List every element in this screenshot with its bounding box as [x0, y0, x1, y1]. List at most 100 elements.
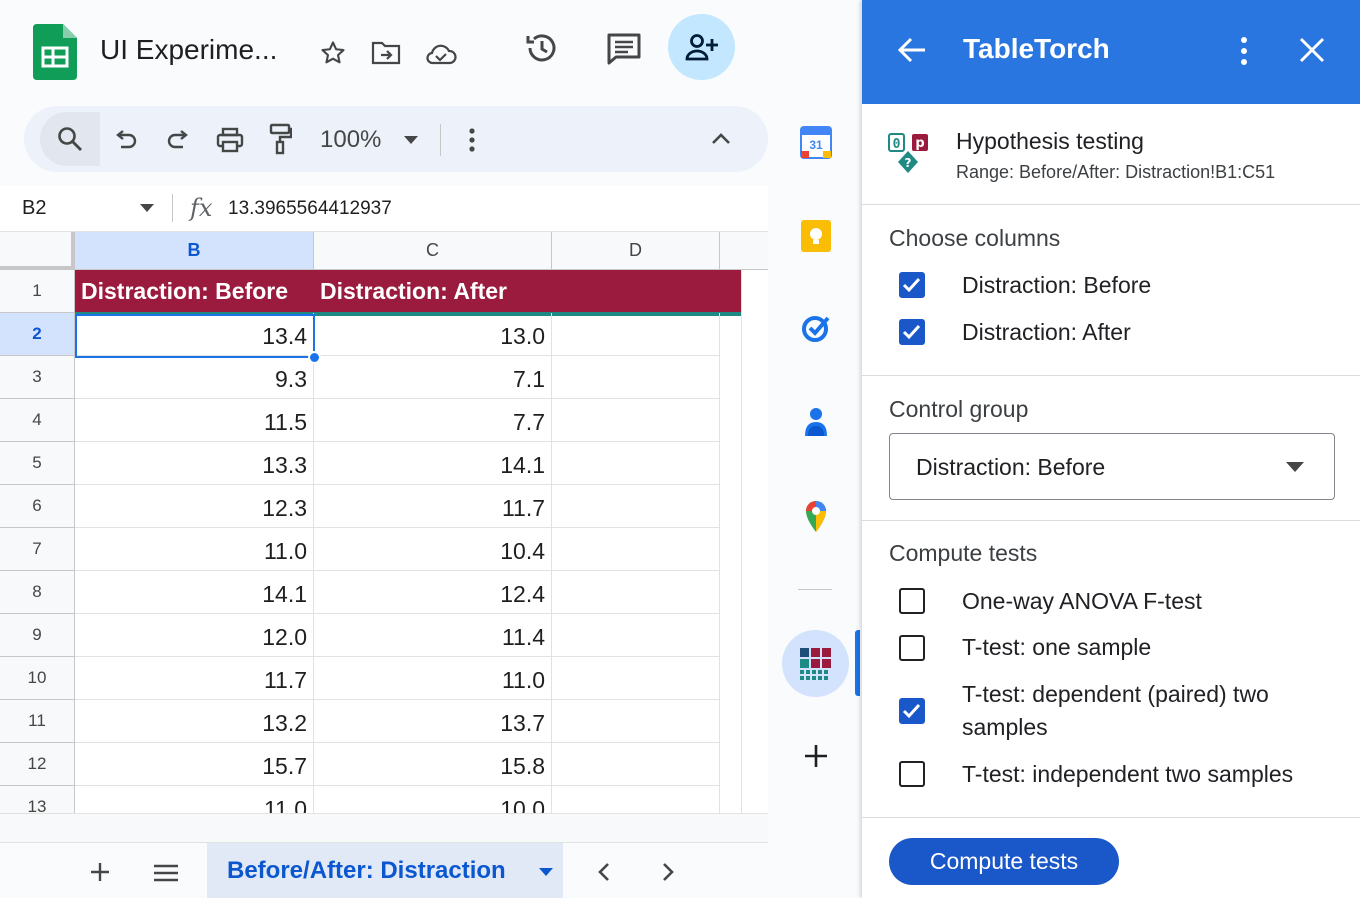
- test-checkbox-anova[interactable]: [899, 588, 925, 614]
- print-icon[interactable]: [214, 125, 246, 155]
- tasks-icon[interactable]: [800, 311, 832, 345]
- row-header[interactable]: 5: [0, 442, 75, 485]
- cell-c12[interactable]: 15.8: [314, 743, 552, 786]
- cell-b4[interactable]: 11.5: [75, 399, 314, 442]
- keep-icon[interactable]: [800, 219, 832, 253]
- cell-grid[interactable]: B C D 1 Distraction: Before Distraction:…: [0, 232, 768, 842]
- get-addons-icon[interactable]: [802, 742, 830, 770]
- header-cell-c1[interactable]: Distraction: After: [314, 270, 552, 313]
- row-header[interactable]: 10: [0, 657, 75, 700]
- cell-d2[interactable]: [552, 313, 720, 356]
- compute-tests-button[interactable]: Compute tests: [889, 838, 1119, 885]
- column-checkbox-before[interactable]: [899, 272, 925, 298]
- all-sheets-icon[interactable]: [152, 862, 180, 884]
- close-icon[interactable]: [1298, 36, 1326, 64]
- cell-b6[interactable]: 12.3: [75, 485, 314, 528]
- row-header[interactable]: 7: [0, 528, 75, 571]
- row-header[interactable]: 1: [0, 270, 75, 313]
- column-header-d[interactable]: D: [552, 232, 720, 270]
- test-label-paired[interactable]: T-test: dependent (paired) two samples: [962, 678, 1322, 744]
- cell-d12[interactable]: [552, 743, 720, 786]
- search-menus-button[interactable]: [40, 112, 100, 166]
- cell-c2[interactable]: 13.0: [314, 313, 552, 356]
- test-checkbox-paired[interactable]: [899, 698, 925, 724]
- row-header[interactable]: 2: [0, 313, 75, 356]
- cell-c5[interactable]: 14.1: [314, 442, 552, 485]
- cell-d11[interactable]: [552, 700, 720, 743]
- zoom-select[interactable]: 100%: [320, 126, 381, 154]
- cell-b11[interactable]: 13.2: [75, 700, 314, 743]
- cell-d8[interactable]: [552, 571, 720, 614]
- test-label-one-sample[interactable]: T-test: one sample: [962, 631, 1151, 664]
- cell-c6[interactable]: 11.7: [314, 485, 552, 528]
- formula-input[interactable]: 13.3965564412937: [228, 198, 392, 220]
- cell-d4[interactable]: [552, 399, 720, 442]
- paint-format-icon[interactable]: [266, 122, 294, 156]
- undo-icon[interactable]: [112, 127, 140, 153]
- scroll-tabs-right-icon[interactable]: [658, 860, 678, 884]
- row-header[interactable]: 12: [0, 743, 75, 786]
- back-arrow-icon[interactable]: [896, 36, 928, 64]
- cell-c8[interactable]: 12.4: [314, 571, 552, 614]
- cell-c9[interactable]: 11.4: [314, 614, 552, 657]
- document-title[interactable]: UI Experime...: [100, 34, 277, 66]
- column-label-after[interactable]: Distraction: After: [962, 316, 1131, 349]
- cell-b8[interactable]: 14.1: [75, 571, 314, 614]
- cell-b12[interactable]: 15.7: [75, 743, 314, 786]
- move-folder-icon[interactable]: [370, 38, 402, 68]
- redo-icon[interactable]: [164, 127, 192, 153]
- name-box-dropdown-icon[interactable]: [138, 202, 156, 214]
- row-header[interactable]: 11: [0, 700, 75, 743]
- cell-d6[interactable]: [552, 485, 720, 528]
- cloud-saved-icon[interactable]: [424, 40, 458, 68]
- cell-c3[interactable]: 7.1: [314, 356, 552, 399]
- row-header[interactable]: 6: [0, 485, 75, 528]
- column-header-c[interactable]: C: [314, 232, 552, 270]
- test-checkbox-independent[interactable]: [899, 761, 925, 787]
- cell-b7[interactable]: 11.0: [75, 528, 314, 571]
- tabletorch-addon-button[interactable]: [782, 630, 849, 697]
- cell-d3[interactable]: [552, 356, 720, 399]
- row-header[interactable]: 9: [0, 614, 75, 657]
- cell-d7[interactable]: [552, 528, 720, 571]
- column-header-b[interactable]: B: [75, 232, 314, 270]
- horizontal-scrollbar[interactable]: [0, 813, 768, 842]
- cell-c10[interactable]: 11.0: [314, 657, 552, 700]
- fill-handle[interactable]: [308, 351, 321, 364]
- sheet-tab-active[interactable]: Before/After: Distraction: [207, 843, 563, 898]
- select-all-corner[interactable]: [0, 232, 75, 270]
- comments-icon[interactable]: [604, 30, 644, 68]
- cell-d10[interactable]: [552, 657, 720, 700]
- cell-c7[interactable]: 10.4: [314, 528, 552, 571]
- cell-c11[interactable]: 13.7: [314, 700, 552, 743]
- sheet-tab-menu-icon[interactable]: [538, 866, 554, 878]
- cell-c4[interactable]: 7.7: [314, 399, 552, 442]
- test-label-independent[interactable]: T-test: independent two samples: [962, 758, 1293, 791]
- header-cell-d1[interactable]: [552, 270, 741, 313]
- cell-d5[interactable]: [552, 442, 720, 485]
- more-options-icon[interactable]: [462, 126, 482, 154]
- row-header[interactable]: 8: [0, 571, 75, 614]
- share-button[interactable]: [668, 14, 735, 80]
- zoom-dropdown-icon[interactable]: [402, 134, 420, 146]
- collapse-menus-icon[interactable]: [708, 128, 734, 150]
- contacts-icon[interactable]: [802, 405, 830, 439]
- name-box[interactable]: B2: [22, 197, 46, 220]
- calendar-icon[interactable]: 31: [800, 125, 832, 159]
- panel-more-icon[interactable]: [1236, 36, 1252, 66]
- column-checkbox-after[interactable]: [899, 319, 925, 345]
- control-group-select[interactable]: Distraction: Before: [889, 433, 1335, 500]
- test-label-anova[interactable]: One-way ANOVA F-test: [962, 585, 1202, 618]
- version-history-icon[interactable]: [522, 28, 562, 68]
- cell-b5[interactable]: 13.3: [75, 442, 314, 485]
- maps-icon[interactable]: [802, 498, 830, 534]
- cell-d9[interactable]: [552, 614, 720, 657]
- cell-b10[interactable]: 11.7: [75, 657, 314, 700]
- star-icon[interactable]: [318, 38, 348, 68]
- column-label-before[interactable]: Distraction: Before: [962, 269, 1151, 302]
- add-sheet-icon[interactable]: [88, 860, 112, 884]
- scroll-tabs-left-icon[interactable]: [594, 860, 614, 884]
- header-cell-b1[interactable]: Distraction: Before: [75, 270, 314, 313]
- test-checkbox-one-sample[interactable]: [899, 635, 925, 661]
- cell-b3[interactable]: 9.3: [75, 356, 314, 399]
